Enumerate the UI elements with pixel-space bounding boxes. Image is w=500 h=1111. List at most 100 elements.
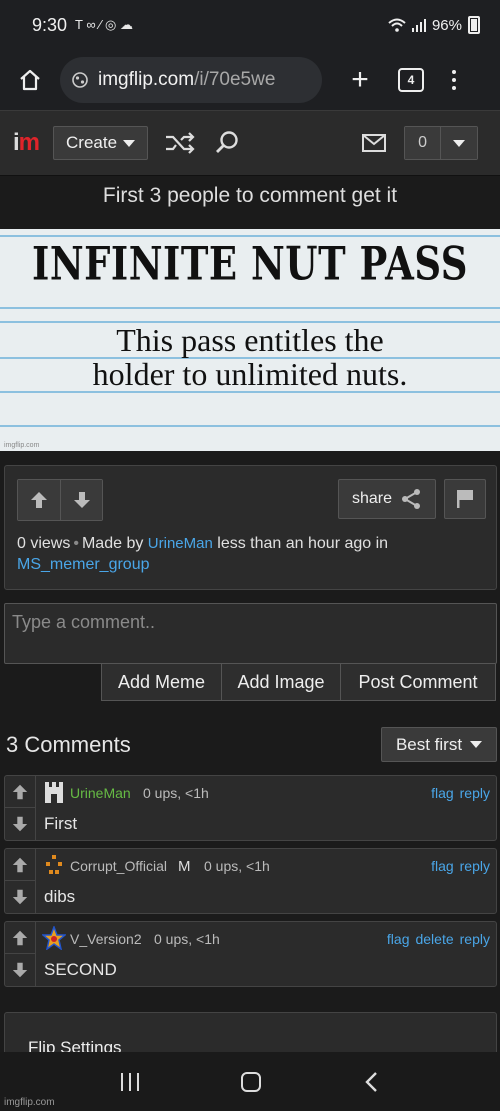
page-title: First 3 people to comment get it — [102, 184, 398, 207]
reply-link[interactable]: reply — [460, 858, 490, 874]
comment-vote — [5, 922, 36, 986]
meme-heading: INFINITE NUT PASS — [32, 235, 468, 291]
mail-icon[interactable] — [362, 134, 387, 152]
chevron-down-icon — [470, 741, 483, 748]
meme-watermark: imgflip.com — [4, 442, 40, 449]
comment-links: flag delete reply — [387, 931, 490, 947]
comment-upvote-button[interactable] — [5, 776, 35, 808]
share-button[interactable]: share — [338, 479, 436, 519]
downvote-button[interactable] — [60, 480, 102, 520]
avatar[interactable] — [42, 853, 66, 877]
delete-link[interactable]: delete — [415, 931, 453, 947]
browser-toolbar: imgflip.com/i/70e5we + 4 — [0, 50, 500, 110]
notifications-dropdown[interactable]: 0 — [404, 126, 479, 160]
url-host: imgflip.com — [98, 69, 195, 90]
comment-input[interactable]: Type a comment.. — [4, 603, 497, 664]
arrow-up-icon — [12, 930, 28, 945]
comment-username[interactable]: Corrupt_Official — [70, 858, 167, 874]
comment-meta: 0 ups, <1h — [143, 785, 209, 801]
comment-downvote-button[interactable] — [5, 954, 35, 986]
notification-icons: T ∞ ⁄ ◎ ☁ — [75, 17, 133, 32]
sort-label: Best first — [395, 734, 463, 754]
create-dropdown-button[interactable]: Create — [53, 126, 149, 160]
comment-upvote-button[interactable] — [5, 849, 35, 881]
home-icon — [20, 69, 40, 91]
arrow-down-icon — [12, 889, 28, 905]
comment-downvote-button[interactable] — [5, 881, 35, 913]
back-nav-button[interactable] — [363, 1071, 379, 1093]
flag-link[interactable]: flag — [431, 858, 454, 874]
meme-info-panel: share 0 views • Made by UrineMan less than… — [4, 465, 497, 590]
search-icon[interactable] — [214, 130, 240, 156]
arrow-down-icon — [12, 816, 28, 832]
arrow-down-icon — [73, 492, 90, 508]
sort-dropdown[interactable]: Best first — [381, 727, 497, 762]
site-info-icon[interactable] — [72, 72, 88, 88]
address-bar[interactable]: imgflip.com/i/70e5we — [60, 57, 322, 103]
chevron-down-icon — [453, 139, 466, 147]
create-label: Create — [66, 133, 118, 152]
wifi-icon — [388, 18, 406, 32]
comment-text: dibs — [44, 887, 76, 906]
comment-meta: 0 ups, <1h — [154, 931, 220, 947]
imgflip-logo[interactable]: im — [13, 129, 40, 157]
shuffle-icon[interactable] — [164, 132, 196, 154]
battery-icon — [468, 16, 480, 34]
comment-vote — [5, 849, 36, 913]
battery-percent: 96% — [431, 16, 462, 34]
url-path: /i/70e5we — [194, 69, 276, 90]
comment-item: Corrupt_Official M 0 ups, <1h flag reply… — [4, 848, 497, 914]
arrow-up-icon — [12, 857, 28, 872]
comment-downvote-button[interactable] — [5, 808, 35, 840]
notification-caret[interactable] — [441, 127, 478, 159]
browser-menu-button[interactable] — [452, 70, 456, 90]
comment-item: V_Version2 0 ups, <1h flag delete reply … — [4, 921, 497, 987]
recent-apps-button[interactable] — [121, 1072, 139, 1091]
tab-switcher-button[interactable]: 4 — [398, 68, 424, 92]
view-count: 0 views — [17, 535, 71, 552]
home-button[interactable] — [0, 68, 60, 92]
comment-item: UrineMan 0 ups, <1h flag reply First — [4, 775, 497, 841]
footer-watermark: imgflip.com — [4, 1097, 55, 1108]
notification-count: 0 — [405, 127, 442, 159]
add-meme-button[interactable]: Add Meme — [101, 664, 222, 701]
comment-username[interactable]: UrineMan — [70, 785, 131, 801]
group-link[interactable]: MS_memer_group — [17, 556, 150, 573]
avatar[interactable] — [42, 780, 66, 804]
time-text: less than an hour ago in — [217, 535, 389, 552]
made-by-label: Made by — [81, 535, 144, 552]
comment-text: First — [44, 814, 78, 833]
flag-link[interactable]: flag — [431, 785, 454, 801]
new-tab-button[interactable]: + — [322, 63, 398, 97]
star-avatar[interactable] — [42, 926, 66, 950]
comment-links: flag reply — [431, 785, 490, 801]
comments-count: 3 Comments — [6, 732, 131, 757]
home-nav-button[interactable] — [241, 1071, 261, 1092]
reply-link[interactable]: reply — [460, 931, 490, 947]
flag-button[interactable] — [444, 479, 486, 519]
flag-link[interactable]: flag — [387, 931, 410, 947]
arrow-down-icon — [12, 962, 28, 978]
share-icon — [402, 489, 421, 509]
share-label: share — [351, 490, 393, 507]
comment-upvote-button[interactable] — [5, 922, 35, 954]
reply-link[interactable]: reply — [460, 785, 490, 801]
flag-icon — [457, 490, 473, 508]
mod-badge: M — [178, 858, 191, 875]
arrow-up-icon — [12, 784, 28, 799]
vote-buttons — [17, 479, 103, 521]
comment-username[interactable]: V_Version2 — [70, 931, 142, 947]
status-right: 96% — [388, 16, 480, 34]
arrow-up-icon — [31, 492, 47, 508]
add-image-button[interactable]: Add Image — [222, 664, 341, 701]
status-bar: 9:30 T ∞ ⁄ ◎ ☁ 96% — [0, 0, 500, 50]
comment-text: SECOND — [44, 960, 117, 979]
post-comment-button[interactable]: Post Comment — [341, 664, 496, 701]
author-link[interactable]: UrineMan — [148, 535, 213, 552]
clock: 9:30 — [32, 14, 68, 35]
meme-meta: 0 views • Made by UrineMan less than an ho… — [17, 535, 389, 573]
upvote-button[interactable] — [18, 480, 60, 520]
meme-line-2: holder to unlimited nuts. — [92, 356, 408, 392]
comment-meta: 0 ups, <1h — [204, 858, 270, 874]
meme-image[interactable]: INFINITE NUT PASS This pass entitles the… — [0, 229, 500, 451]
